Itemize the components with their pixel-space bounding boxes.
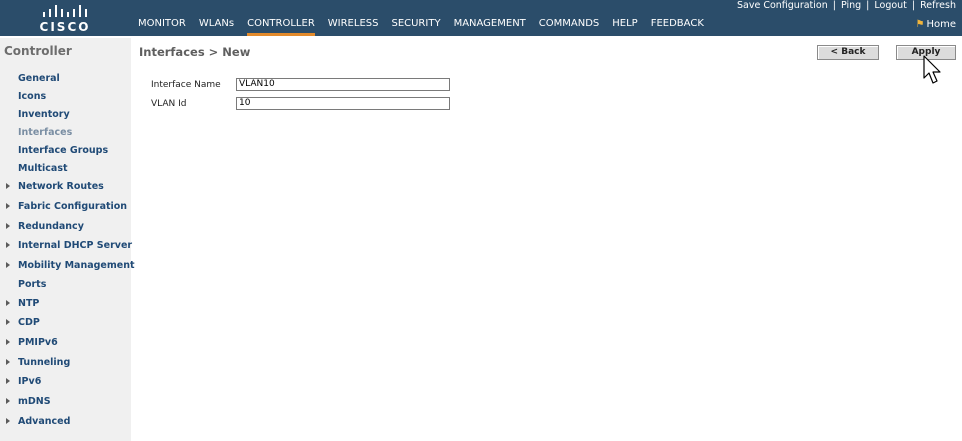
sidebar-item-ipv6[interactable]: IPv6: [0, 376, 131, 391]
sidebar-item-label: Fabric Configuration: [18, 201, 128, 212]
sidebar-item-label: PMIPv6: [18, 337, 58, 348]
sidebar-item-label: Ports: [18, 279, 47, 290]
sidebar-item-label: Tunneling: [18, 357, 71, 368]
sidebar-item-inventory[interactable]: Inventory: [0, 109, 131, 124]
sidebar-item-pmipv6[interactable]: PMIPv6: [0, 337, 131, 352]
expand-arrow-icon[interactable]: [6, 359, 10, 365]
sidebar-item-cdp[interactable]: CDP: [0, 317, 131, 332]
ping-link[interactable]: Ping: [841, 0, 861, 11]
sidebar-item-ports[interactable]: Ports: [0, 279, 131, 294]
sidebar-item-interfaces[interactable]: Interfaces: [0, 127, 131, 142]
mouse-pointer-icon: [923, 55, 941, 84]
nav-feedback[interactable]: FEEDBACK: [651, 18, 704, 33]
sidebar-item-tunneling[interactable]: Tunneling: [0, 357, 131, 372]
expand-arrow-icon[interactable]: [6, 339, 10, 345]
sidebar-item-label: Internal DHCP Server: [18, 240, 133, 251]
sidebar-title: Controller: [4, 44, 72, 58]
expand-arrow-icon[interactable]: [6, 319, 10, 325]
sidebar-item-interface-groups[interactable]: Interface Groups: [0, 145, 131, 160]
nav-wireless[interactable]: WIRELESS: [328, 18, 379, 33]
back-button[interactable]: < Back: [817, 45, 879, 60]
sidebar: Controller General Icons Inventory Interfac…: [0, 38, 135, 441]
sidebar-item-redundancy[interactable]: Redundancy: [0, 221, 131, 236]
sidebar-item-label: Network Routes: [18, 181, 104, 192]
sidebar-item-label: General: [18, 73, 60, 84]
sidebar-item-mdns[interactable]: mDNS: [0, 396, 131, 411]
refresh-link[interactable]: Refresh: [920, 0, 956, 11]
utility-links: Save Configuration | Ping | Logout | Refresh: [736, 0, 956, 11]
main-nav: MONITOR WLANs CONTROLLER WIRELESS SECURITY MA…: [138, 18, 717, 36]
sidebar-item-label: Interface Groups: [18, 145, 109, 156]
expand-arrow-icon[interactable]: [6, 262, 10, 268]
sidebar-item-label: Redundancy: [18, 221, 84, 232]
sidebar-item-general[interactable]: General: [0, 73, 131, 88]
expand-arrow-icon[interactable]: [6, 300, 10, 306]
sidebar-item-advanced[interactable]: Advanced: [0, 416, 131, 431]
home-icon: ⚑: [915, 19, 925, 30]
interface-name-input[interactable]: VLAN10: [236, 78, 450, 91]
sidebar-item-fabric-configuration[interactable]: Fabric Configuration: [0, 201, 131, 216]
sidebar-item-label: IPv6: [18, 376, 42, 387]
expand-arrow-icon[interactable]: [6, 398, 10, 404]
sidebar-item-label: Mobility Management: [18, 260, 135, 271]
sidebar-item-label: Icons: [18, 91, 47, 102]
sidebar-item-label: mDNS: [18, 396, 51, 407]
sidebar-item-label: Interfaces: [18, 127, 73, 138]
sidebar-item-ntp[interactable]: NTP: [0, 298, 131, 313]
interface-name-label: Interface Name: [151, 80, 221, 90]
nav-monitor[interactable]: MONITOR: [138, 18, 186, 33]
expand-arrow-icon[interactable]: [6, 223, 10, 229]
sidebar-item-icons[interactable]: Icons: [0, 91, 131, 106]
nav-help[interactable]: HELP: [612, 18, 637, 33]
save-configuration-link[interactable]: Save Configuration: [737, 0, 828, 11]
top-header-bar: CISCO Save Configuration | Ping | Logout | Ref…: [0, 0, 962, 36]
sidebar-item-label: Inventory: [18, 109, 70, 120]
vlan-id-input[interactable]: 10: [236, 97, 450, 110]
home-label: Home: [926, 19, 956, 30]
main-content: Interfaces > New < Back Apply Interface …: [131, 38, 962, 441]
cisco-logo: CISCO: [36, 2, 94, 34]
vlan-id-label: VLAN Id: [151, 99, 187, 109]
nav-security[interactable]: SECURITY: [391, 18, 440, 33]
sidebar-item-network-routes[interactable]: Network Routes: [0, 181, 131, 196]
sidebar-item-internal-dhcp-server[interactable]: Internal DHCP Server: [0, 240, 133, 255]
expand-arrow-icon[interactable]: [6, 378, 10, 384]
home-link[interactable]: ⚑ Home: [916, 19, 957, 30]
nav-management[interactable]: MANAGEMENT: [454, 18, 526, 33]
sidebar-item-label: CDP: [18, 317, 40, 328]
logout-link[interactable]: Logout: [874, 0, 907, 11]
logo-text: CISCO: [39, 20, 91, 34]
sidebar-item-mobility-management[interactable]: Mobility Management: [0, 260, 135, 275]
expand-arrow-icon[interactable]: [6, 418, 10, 424]
nav-controller[interactable]: CONTROLLER: [247, 18, 315, 36]
expand-arrow-icon[interactable]: [6, 203, 10, 209]
sidebar-item-label: Advanced: [18, 416, 71, 427]
nav-wlans[interactable]: WLANs: [199, 18, 234, 33]
expand-arrow-icon[interactable]: [6, 242, 10, 248]
sidebar-item-label: NTP: [18, 298, 40, 309]
expand-arrow-icon[interactable]: [6, 183, 10, 189]
nav-commands[interactable]: COMMANDS: [539, 18, 599, 33]
sidebar-item-label: Multicast: [18, 163, 68, 174]
page-title: Interfaces > New: [139, 45, 251, 59]
sidebar-item-multicast[interactable]: Multicast: [0, 163, 131, 178]
